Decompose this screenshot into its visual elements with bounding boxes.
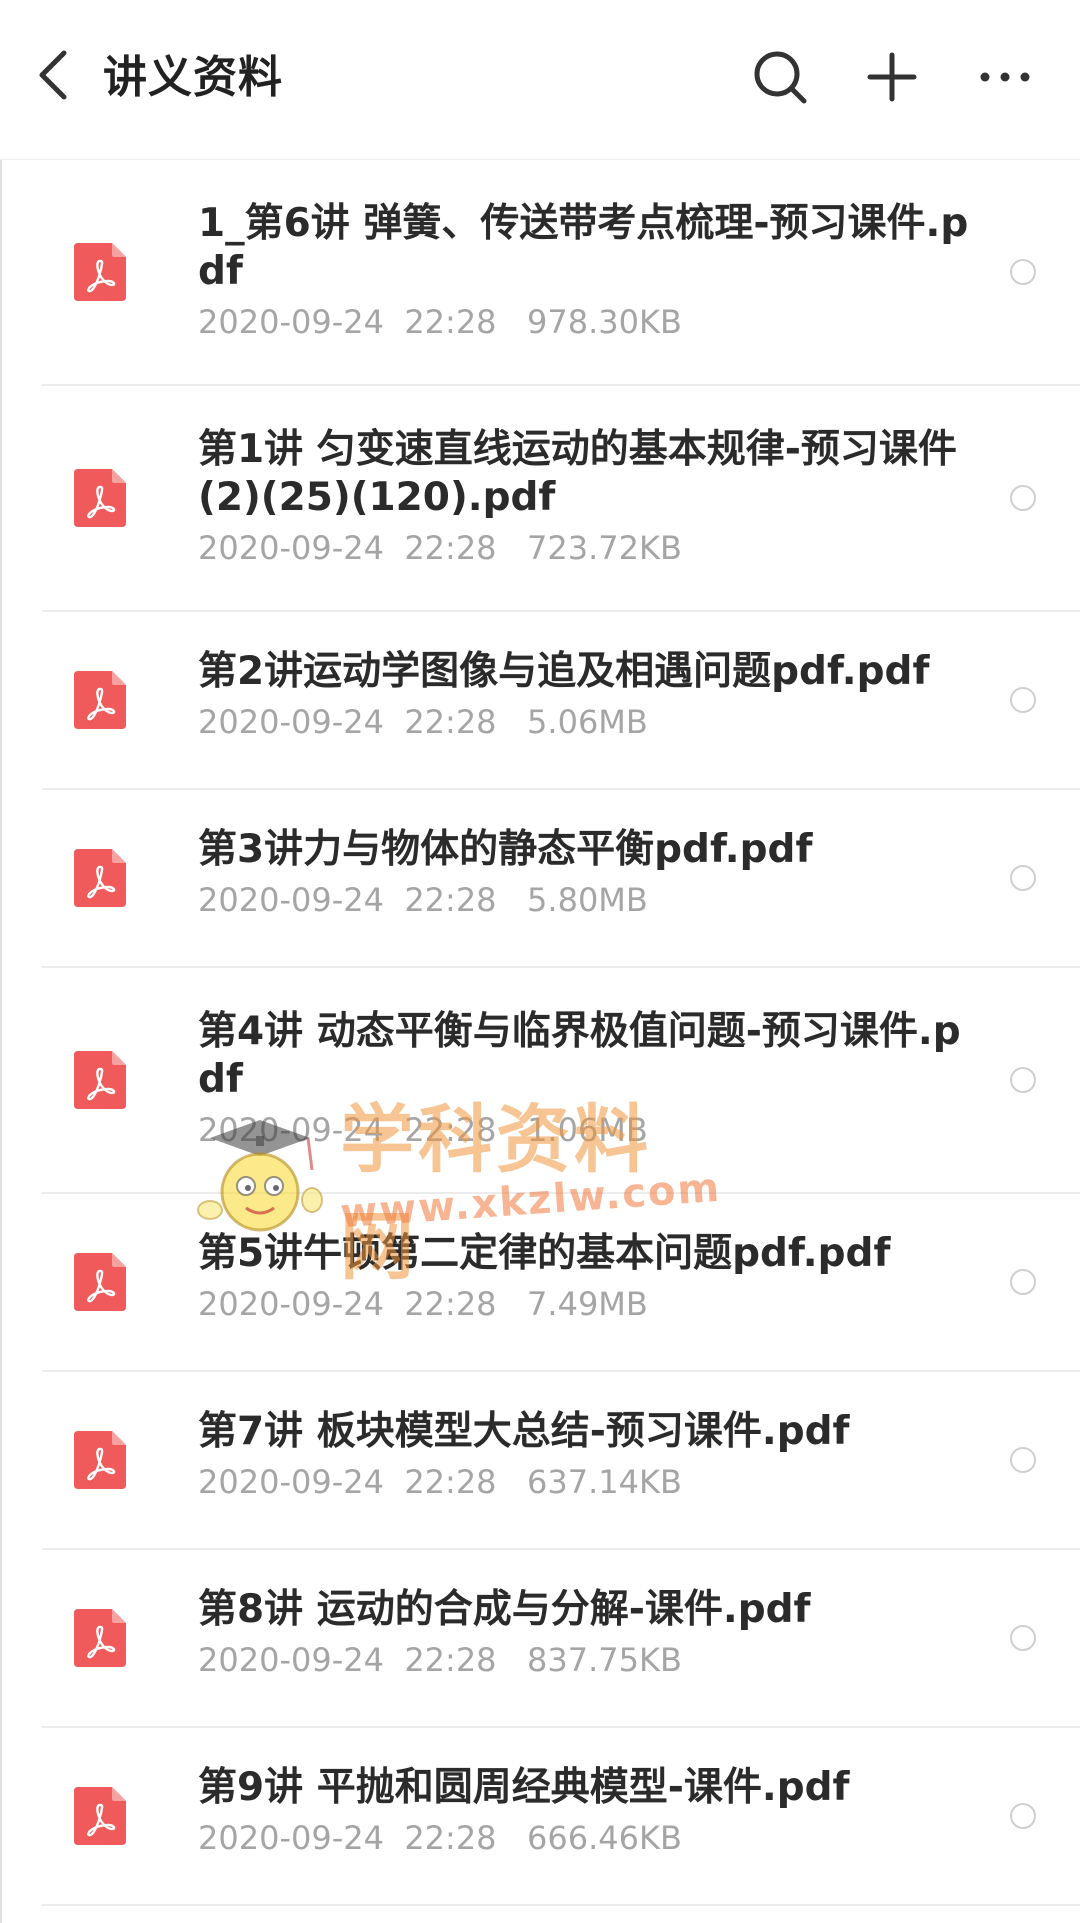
file-size: 637.14KB xyxy=(527,1463,682,1501)
pdf-file-icon xyxy=(72,1429,128,1491)
select-radio[interactable] xyxy=(1010,1625,1036,1651)
file-meta: 2020-09-24 22:28 723.72KB xyxy=(198,526,970,570)
file-meta: 2020-09-24 22:28 666.46KB xyxy=(198,1816,970,1860)
file-name: 第7讲 板块模型大总结-预习课件.pdf xyxy=(198,1409,850,1454)
page-title: 讲义资料 xyxy=(103,52,283,103)
file-info: 第4讲 动态平衡与临界极值问题-预习课件.pdf 2020-09-24 22:2… xyxy=(198,1008,970,1152)
top-bar: 讲义资料 xyxy=(0,0,1080,160)
more-icon xyxy=(980,72,1030,82)
file-name: 第2讲运动学图像与追及相遇问题pdf.pdf xyxy=(198,649,930,694)
file-meta: 2020-09-24 22:28 637.14KB xyxy=(198,1460,970,1504)
pdf-file-icon xyxy=(72,1785,128,1847)
file-list-item[interactable]: 第5讲牛顿第二定律的基本问题pdf.pdf 2020-09-24 22:28 7… xyxy=(42,1194,1080,1372)
file-info: 第2讲运动学图像与追及相遇问题pdf.pdf 2020-09-24 22:28 … xyxy=(198,648,970,744)
file-size: 978.30KB xyxy=(527,303,682,341)
search-button[interactable] xyxy=(748,45,812,109)
select-radio[interactable] xyxy=(1010,485,1036,511)
file-list-item[interactable]: 第4讲 动态平衡与临界极值问题-预习课件.pdf 2020-09-24 22:2… xyxy=(42,968,1080,1194)
file-info: 第7讲 板块模型大总结-预习课件.pdf 2020-09-24 22:28 63… xyxy=(198,1408,970,1504)
file-name: 第8讲 运动的合成与分解-课件.pdf xyxy=(198,1587,811,1632)
file-list-item[interactable]: 第1讲 匀变速直线运动的基本规律-预习课件(2)(25)(120).pdf 20… xyxy=(42,386,1080,612)
file-time: 22:28 xyxy=(404,1463,497,1501)
file-date: 2020-09-24 xyxy=(198,529,384,567)
file-date: 2020-09-24 xyxy=(198,303,384,341)
file-info: 第5讲牛顿第二定律的基本问题pdf.pdf 2020-09-24 22:28 7… xyxy=(198,1230,970,1326)
file-size: 5.80MB xyxy=(527,881,648,919)
file-name: 第9讲 平抛和圆周经典模型-课件.pdf xyxy=(198,1765,850,1810)
file-size: 1.06MB xyxy=(527,1111,648,1149)
file-list-item[interactable]: 第7讲 板块模型大总结-预习课件.pdf 2020-09-24 22:28 63… xyxy=(42,1372,1080,1550)
file-name: 第1讲 匀变速直线运动的基本规律-预习课件(2)(25)(120).pdf xyxy=(198,427,957,520)
file-time: 22:28 xyxy=(404,703,497,741)
file-list-item[interactable]: 第9讲 平抛和圆周经典模型-课件.pdf 2020-09-24 22:28 66… xyxy=(42,1728,1080,1906)
select-radio[interactable] xyxy=(1010,865,1036,891)
file-date: 2020-09-24 xyxy=(198,1111,384,1149)
select-radio[interactable] xyxy=(1010,1269,1036,1295)
file-time: 22:28 xyxy=(404,1819,497,1857)
file-size: 666.46KB xyxy=(527,1819,682,1857)
file-date: 2020-09-24 xyxy=(198,1819,384,1857)
file-time: 22:28 xyxy=(404,529,497,567)
pdf-file-icon xyxy=(72,1607,128,1669)
add-button[interactable] xyxy=(860,45,924,109)
file-info: 第1讲 匀变速直线运动的基本规律-预习课件(2)(25)(120).pdf 20… xyxy=(198,426,970,570)
file-meta: 2020-09-24 22:28 5.80MB xyxy=(198,878,970,922)
file-time: 22:28 xyxy=(404,1641,497,1679)
file-meta: 2020-09-24 22:28 1.06MB xyxy=(198,1108,970,1152)
file-name: 1_第6讲 弹簧、传送带考点梳理-预习课件.pdf xyxy=(198,201,969,294)
pdf-file-icon xyxy=(72,847,128,909)
select-radio[interactable] xyxy=(1010,1447,1036,1473)
more-button[interactable] xyxy=(973,45,1037,109)
file-size: 7.49MB xyxy=(527,1285,648,1323)
select-radio[interactable] xyxy=(1010,259,1036,285)
pdf-file-icon xyxy=(72,1251,128,1313)
file-list: 1_第6讲 弹簧、传送带考点梳理-预习课件.pdf 2020-09-24 22:… xyxy=(0,160,1080,1906)
file-info: 1_第6讲 弹簧、传送带考点梳理-预习课件.pdf 2020-09-24 22:… xyxy=(198,200,970,344)
search-icon xyxy=(754,51,807,104)
file-name: 第3讲力与物体的静态平衡pdf.pdf xyxy=(198,827,813,872)
file-size: 723.72KB xyxy=(527,529,682,567)
file-size: 837.75KB xyxy=(527,1641,682,1679)
back-button[interactable] xyxy=(30,45,80,105)
add-icon xyxy=(867,52,917,102)
file-date: 2020-09-24 xyxy=(198,1641,384,1679)
file-date: 2020-09-24 xyxy=(198,703,384,741)
file-meta: 2020-09-24 22:28 837.75KB xyxy=(198,1638,970,1682)
file-list-item[interactable]: 第8讲 运动的合成与分解-课件.pdf 2020-09-24 22:28 837… xyxy=(42,1550,1080,1728)
file-time: 22:28 xyxy=(404,1111,497,1149)
file-info: 第3讲力与物体的静态平衡pdf.pdf 2020-09-24 22:28 5.8… xyxy=(198,826,970,922)
file-time: 22:28 xyxy=(404,881,497,919)
pdf-file-icon xyxy=(72,241,128,303)
pdf-file-icon xyxy=(72,467,128,529)
file-list-item[interactable]: 1_第6讲 弹簧、传送带考点梳理-预习课件.pdf 2020-09-24 22:… xyxy=(42,160,1080,386)
file-time: 22:28 xyxy=(404,303,497,341)
file-meta: 2020-09-24 22:28 7.49MB xyxy=(198,1282,970,1326)
file-name: 第5讲牛顿第二定律的基本问题pdf.pdf xyxy=(198,1231,891,1276)
file-size: 5.06MB xyxy=(527,703,648,741)
file-list-item[interactable]: 第2讲运动学图像与追及相遇问题pdf.pdf 2020-09-24 22:28 … xyxy=(42,612,1080,790)
file-info: 第9讲 平抛和圆周经典模型-课件.pdf 2020-09-24 22:28 66… xyxy=(198,1764,970,1860)
select-radio[interactable] xyxy=(1010,1803,1036,1829)
file-date: 2020-09-24 xyxy=(198,1285,384,1323)
file-time: 22:28 xyxy=(404,1285,497,1323)
select-radio[interactable] xyxy=(1010,687,1036,713)
file-name: 第4讲 动态平衡与临界极值问题-预习课件.pdf xyxy=(198,1009,961,1102)
file-list-item[interactable]: 第3讲力与物体的静态平衡pdf.pdf 2020-09-24 22:28 5.8… xyxy=(42,790,1080,968)
pdf-file-icon xyxy=(72,1049,128,1111)
pdf-file-icon xyxy=(72,669,128,731)
file-info: 第8讲 运动的合成与分解-课件.pdf 2020-09-24 22:28 837… xyxy=(198,1586,970,1682)
file-meta: 2020-09-24 22:28 5.06MB xyxy=(198,700,970,744)
select-radio[interactable] xyxy=(1010,1067,1036,1093)
back-icon xyxy=(39,50,67,100)
file-date: 2020-09-24 xyxy=(198,1463,384,1501)
file-meta: 2020-09-24 22:28 978.30KB xyxy=(198,300,970,344)
file-date: 2020-09-24 xyxy=(198,881,384,919)
